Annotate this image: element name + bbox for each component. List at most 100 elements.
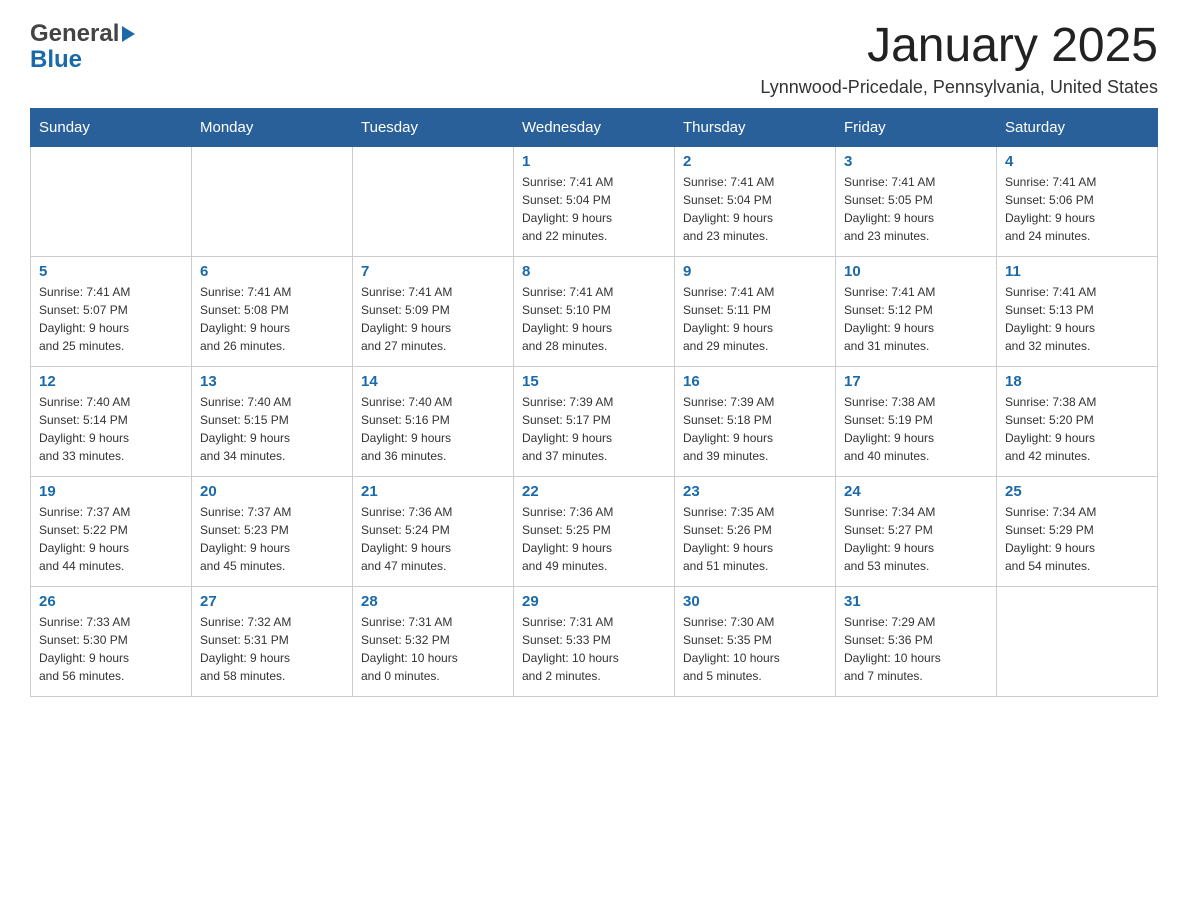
logo-general-text: General bbox=[30, 20, 135, 48]
day-number: 15 bbox=[522, 373, 666, 390]
day-number: 21 bbox=[361, 483, 505, 500]
calendar-cell: 1Sunrise: 7:41 AM Sunset: 5:04 PM Daylig… bbox=[514, 146, 675, 256]
logo-blue-text: Blue bbox=[30, 46, 82, 74]
day-number: 5 bbox=[39, 263, 183, 280]
logo: General Blue bbox=[30, 20, 135, 74]
calendar-cell: 13 Sunrise: 7:40 AM Sunset: 5:15 PM Dayli… bbox=[192, 366, 353, 476]
day-number: 19 bbox=[39, 483, 183, 500]
day-number: 28 bbox=[361, 593, 505, 610]
day-info: Sunrise: 7:35 AM Sunset: 5:26 PM Dayligh… bbox=[683, 503, 827, 575]
day-info: Sunrise: 7:31 AM Sunset: 5:33 PM Dayligh… bbox=[522, 613, 666, 685]
day-info: Sunrise: 7:40 AM Sunset: 5:15 PM Dayligh… bbox=[200, 393, 344, 465]
day-number: 3 bbox=[844, 153, 988, 170]
blue-label: Blue bbox=[30, 46, 82, 74]
day-info: Sunrise: 7:41 AM Sunset: 5:10 PM Dayligh… bbox=[522, 283, 666, 355]
weekday-header-saturday: Saturday bbox=[997, 108, 1158, 146]
calendar-cell: 5 Sunrise: 7:41 AM Sunset: 5:07 PM Daylig… bbox=[31, 256, 192, 366]
day-info: Sunrise: 7:41 AM Sunset: 5:08 PM Dayligh… bbox=[200, 283, 344, 355]
week-row-5: 26Sunrise: 7:33 AM Sunset: 5:30 PM Dayli… bbox=[31, 586, 1158, 696]
day-number: 8 bbox=[522, 263, 666, 280]
day-number: 29 bbox=[522, 593, 666, 610]
page-subtitle: Lynnwood-Pricedale, Pennsylvania, United… bbox=[760, 77, 1158, 98]
calendar-cell: 18 Sunrise: 7:38 AM Sunset: 5:20 PM Dayli… bbox=[997, 366, 1158, 476]
day-info: Sunrise: 7:34 AM Sunset: 5:27 PM Dayligh… bbox=[844, 503, 988, 575]
day-number: 2 bbox=[683, 153, 827, 170]
day-info: Sunrise: 7:34 AM Sunset: 5:29 PM Dayligh… bbox=[1005, 503, 1149, 575]
day-info: Sunrise: 7:37 AM Sunset: 5:23 PM Dayligh… bbox=[200, 503, 344, 575]
weekday-header-sunday: Sunday bbox=[31, 108, 192, 146]
day-info: Sunrise: 7:41 AM Sunset: 5:07 PM Dayligh… bbox=[39, 283, 183, 355]
calendar-cell: 29 Sunrise: 7:31 AM Sunset: 5:33 PM Dayli… bbox=[514, 586, 675, 696]
day-info: Sunrise: 7:32 AM Sunset: 5:31 PM Dayligh… bbox=[200, 613, 344, 685]
weekday-header-monday: Monday bbox=[192, 108, 353, 146]
calendar-cell: 25 Sunrise: 7:34 AM Sunset: 5:29 PM Dayli… bbox=[997, 476, 1158, 586]
day-info: Sunrise: 7:38 AM Sunset: 5:20 PM Dayligh… bbox=[1005, 393, 1149, 465]
day-info: Sunrise: 7:41 AM Sunset: 5:12 PM Dayligh… bbox=[844, 283, 988, 355]
calendar-body: 1 Sunrise: 7:41 AM Sunset: 5:04 PM Daylig… bbox=[31, 146, 1158, 696]
day-info: Sunrise: 7:41 AM Sunset: 5:11 PM Dayligh… bbox=[683, 283, 827, 355]
calendar-cell: 16 Sunrise: 7:39 AM Sunset: 5:18 PM Dayli… bbox=[675, 366, 836, 476]
day-number: 24 bbox=[844, 483, 988, 500]
day-number: 20 bbox=[200, 483, 344, 500]
calendar-cell: 10 Sunrise: 7:41 AM Sunset: 5:12 PM Dayli… bbox=[836, 256, 997, 366]
calendar-cell: 14 Sunrise: 7:40 AM Sunset: 5:16 PM Dayli… bbox=[353, 366, 514, 476]
weekday-header-tuesday: Tuesday bbox=[353, 108, 514, 146]
calendar-cell bbox=[31, 146, 192, 256]
day-number: 30 bbox=[683, 593, 827, 610]
page-header: General Blue January 2025 Lynnwood-Price… bbox=[30, 20, 1158, 98]
day-number: 17 bbox=[844, 373, 988, 390]
weekday-header-thursday: Thursday bbox=[675, 108, 836, 146]
day-info: Sunrise: 7:39 AM Sunset: 5:17 PM Dayligh… bbox=[522, 393, 666, 465]
day-number: 25 bbox=[1005, 483, 1149, 500]
day-info: Sunrise: 7:37 AM Sunset: 5:22 PM Dayligh… bbox=[39, 503, 183, 575]
day-number: 16 bbox=[683, 373, 827, 390]
day-number: 10 bbox=[844, 263, 988, 280]
day-number: 12 bbox=[39, 373, 183, 390]
title-section: January 2025 Lynnwood-Pricedale, Pennsyl… bbox=[760, 20, 1158, 98]
weekday-header-friday: Friday bbox=[836, 108, 997, 146]
day-info: Sunrise: 7:41 AM Sunset: 5:04 PM Dayligh… bbox=[683, 173, 827, 245]
calendar-cell: 26Sunrise: 7:33 AM Sunset: 5:30 PM Dayli… bbox=[31, 586, 192, 696]
weekday-header-row: SundayMondayTuesdayWednesdayThursdayFrid… bbox=[31, 108, 1158, 146]
day-number: 1 bbox=[522, 153, 666, 170]
calendar-table: SundayMondayTuesdayWednesdayThursdayFrid… bbox=[30, 108, 1158, 697]
day-number: 27 bbox=[200, 593, 344, 610]
calendar-cell: 12Sunrise: 7:40 AM Sunset: 5:14 PM Dayli… bbox=[31, 366, 192, 476]
calendar-cell: 30 Sunrise: 7:30 AM Sunset: 5:35 PM Dayli… bbox=[675, 586, 836, 696]
general-label: General bbox=[30, 20, 119, 48]
day-number: 7 bbox=[361, 263, 505, 280]
week-row-3: 12Sunrise: 7:40 AM Sunset: 5:14 PM Dayli… bbox=[31, 366, 1158, 476]
day-number: 4 bbox=[1005, 153, 1149, 170]
calendar-cell bbox=[192, 146, 353, 256]
day-number: 18 bbox=[1005, 373, 1149, 390]
weekday-header-wednesday: Wednesday bbox=[514, 108, 675, 146]
calendar-cell: 19 Sunrise: 7:37 AM Sunset: 5:22 PM Dayli… bbox=[31, 476, 192, 586]
week-row-1: 1 Sunrise: 7:41 AM Sunset: 5:04 PM Daylig… bbox=[31, 146, 1158, 256]
day-number: 13 bbox=[200, 373, 344, 390]
day-info: Sunrise: 7:39 AM Sunset: 5:18 PM Dayligh… bbox=[683, 393, 827, 465]
calendar-cell: 15 Sunrise: 7:39 AM Sunset: 5:17 PM Dayli… bbox=[514, 366, 675, 476]
calendar-cell: 22Sunrise: 7:36 AM Sunset: 5:25 PM Dayli… bbox=[514, 476, 675, 586]
week-row-2: 5 Sunrise: 7:41 AM Sunset: 5:07 PM Daylig… bbox=[31, 256, 1158, 366]
calendar-cell: 23Sunrise: 7:35 AM Sunset: 5:26 PM Dayli… bbox=[675, 476, 836, 586]
calendar-cell: 17Sunrise: 7:38 AM Sunset: 5:19 PM Dayli… bbox=[836, 366, 997, 476]
calendar-cell: 24 Sunrise: 7:34 AM Sunset: 5:27 PM Dayli… bbox=[836, 476, 997, 586]
day-number: 9 bbox=[683, 263, 827, 280]
calendar-cell: 28Sunrise: 7:31 AM Sunset: 5:32 PM Dayli… bbox=[353, 586, 514, 696]
calendar-cell: 8 Sunrise: 7:41 AM Sunset: 5:10 PM Daylig… bbox=[514, 256, 675, 366]
day-info: Sunrise: 7:41 AM Sunset: 5:05 PM Dayligh… bbox=[844, 173, 988, 245]
week-row-4: 19 Sunrise: 7:37 AM Sunset: 5:22 PM Dayli… bbox=[31, 476, 1158, 586]
day-info: Sunrise: 7:41 AM Sunset: 5:09 PM Dayligh… bbox=[361, 283, 505, 355]
day-info: Sunrise: 7:30 AM Sunset: 5:35 PM Dayligh… bbox=[683, 613, 827, 685]
day-info: Sunrise: 7:29 AM Sunset: 5:36 PM Dayligh… bbox=[844, 613, 988, 685]
calendar-cell: 9 Sunrise: 7:41 AM Sunset: 5:11 PM Daylig… bbox=[675, 256, 836, 366]
calendar-cell: 20 Sunrise: 7:37 AM Sunset: 5:23 PM Dayli… bbox=[192, 476, 353, 586]
day-number: 11 bbox=[1005, 263, 1149, 280]
day-info: Sunrise: 7:36 AM Sunset: 5:25 PM Dayligh… bbox=[522, 503, 666, 575]
day-info: Sunrise: 7:40 AM Sunset: 5:16 PM Dayligh… bbox=[361, 393, 505, 465]
day-info: Sunrise: 7:41 AM Sunset: 5:13 PM Dayligh… bbox=[1005, 283, 1149, 355]
day-number: 14 bbox=[361, 373, 505, 390]
calendar-cell: 2 Sunrise: 7:41 AM Sunset: 5:04 PM Daylig… bbox=[675, 146, 836, 256]
calendar-cell: 4 Sunrise: 7:41 AM Sunset: 5:06 PM Daylig… bbox=[997, 146, 1158, 256]
day-info: Sunrise: 7:41 AM Sunset: 5:06 PM Dayligh… bbox=[1005, 173, 1149, 245]
